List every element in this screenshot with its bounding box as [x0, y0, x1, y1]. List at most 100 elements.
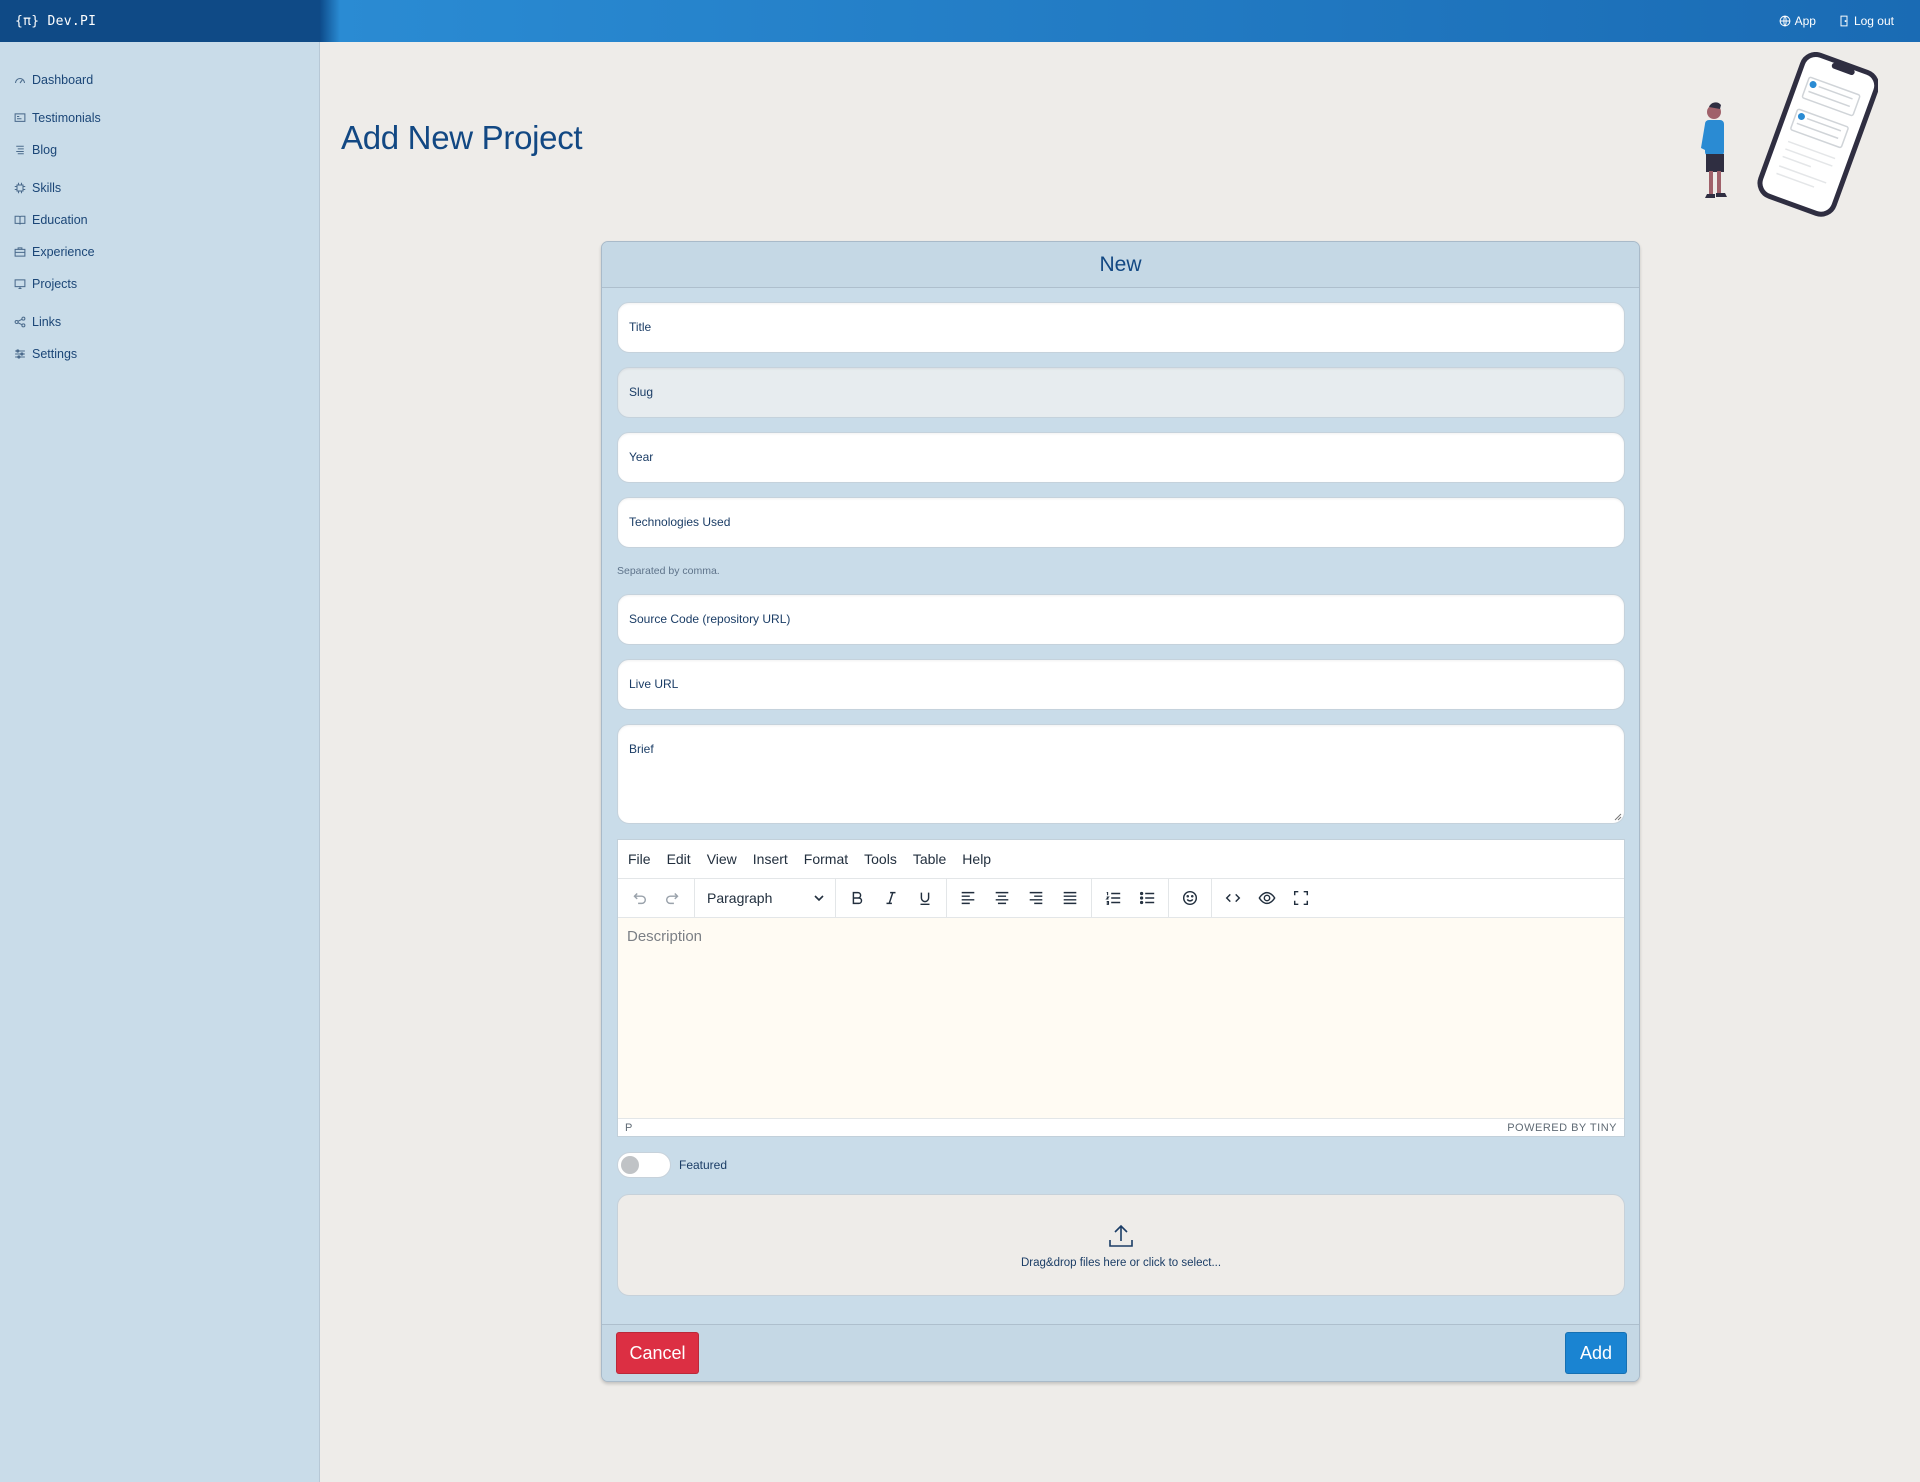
upload-icon [1109, 1224, 1133, 1247]
technologies-field-label: Technologies Used [629, 515, 731, 529]
quote-icon [14, 113, 26, 122]
book-icon [14, 215, 26, 225]
title-field[interactable]: Title [617, 302, 1625, 353]
sidebar-item-label: Links [32, 315, 62, 329]
file-dropzone[interactable]: Drag&drop files here or click to select.… [617, 1194, 1625, 1296]
editor-toolbar: Paragraph [618, 878, 1624, 918]
history-group [618, 879, 695, 917]
globe-icon [1779, 15, 1790, 27]
sidebar-item-experience[interactable]: Experience [0, 236, 319, 268]
redo-button[interactable] [656, 883, 690, 913]
sidebar-item-label: Testimonials [32, 111, 101, 125]
toggle-knob [621, 1156, 639, 1174]
menu-tools[interactable]: Tools [864, 851, 897, 867]
view-group [1212, 879, 1322, 917]
block-format-group: Paragraph [695, 879, 836, 917]
bullet-list-icon [1139, 891, 1155, 905]
brand-logo[interactable]: {π} Dev.PI [0, 0, 320, 42]
sidebar-item-dashboard[interactable]: Dashboard [0, 64, 319, 96]
monitor-icon [14, 279, 26, 290]
editor-menubar: File Edit View Insert Format Tools Table… [618, 840, 1624, 878]
align-right-icon [1029, 891, 1043, 905]
numbered-list-button[interactable] [1096, 883, 1130, 913]
slug-field[interactable]: Slug [617, 367, 1625, 418]
powered-by-link[interactable]: POWERED BY TINY [1507, 1122, 1617, 1134]
align-justify-button[interactable] [1053, 883, 1087, 913]
menu-view[interactable]: View [707, 851, 737, 867]
technologies-field[interactable]: Technologies Used [617, 497, 1625, 548]
numbered-list-icon [1105, 892, 1121, 905]
description-placeholder: Description [627, 928, 703, 945]
sidebar-item-skills[interactable]: Skills [0, 172, 319, 204]
sidebar-nav: Dashboard Testimonials Blog Skills Educa… [0, 42, 319, 370]
sliders-icon [15, 349, 25, 359]
sidebar: Dashboard Testimonials Blog Skills Educa… [0, 42, 320, 1482]
cancel-button[interactable]: Cancel [616, 1332, 699, 1374]
chevron-down-icon [814, 895, 824, 902]
live-url-field[interactable]: Live URL [617, 659, 1625, 710]
bullet-list-button[interactable] [1130, 883, 1164, 913]
source-code-button[interactable] [1216, 883, 1250, 913]
share-icon [14, 316, 26, 328]
description-content-area[interactable]: Description [618, 918, 1624, 1118]
fullscreen-button[interactable] [1284, 883, 1318, 913]
sidebar-item-settings[interactable]: Settings [0, 338, 319, 370]
sidebar-item-blog[interactable]: Blog [0, 134, 319, 166]
menu-help[interactable]: Help [962, 851, 991, 867]
menu-table[interactable]: Table [913, 851, 946, 867]
align-center-button[interactable] [985, 883, 1019, 913]
sidebar-item-education[interactable]: Education [0, 204, 319, 236]
bold-button[interactable] [840, 883, 874, 913]
source-code-field[interactable]: Source Code (repository URL) [617, 594, 1625, 645]
align-right-button[interactable] [1019, 883, 1053, 913]
bold-icon [852, 891, 863, 905]
align-left-button[interactable] [951, 883, 985, 913]
person-with-phone-illustration [1701, 52, 1878, 217]
undo-icon [633, 892, 647, 905]
eye-icon [1258, 891, 1276, 905]
fullscreen-icon [1293, 890, 1309, 906]
title-field-label: Title [629, 320, 652, 334]
logout-link-label: Log out [1853, 14, 1894, 28]
door-icon [1840, 15, 1848, 27]
live-url-field-label: Live URL [629, 677, 679, 691]
emoji-button[interactable] [1173, 883, 1207, 913]
align-left-icon [961, 891, 975, 905]
new-project-card: New Title Slug Year Technologies Used Se… [601, 241, 1640, 1382]
sidebar-item-label: Settings [32, 347, 78, 361]
top-nav: App Log out [1779, 14, 1920, 28]
sidebar-item-label: Projects [32, 277, 78, 291]
preview-button[interactable] [1250, 883, 1284, 913]
undo-button[interactable] [622, 883, 656, 913]
sidebar-item-links[interactable]: Links [0, 306, 319, 338]
underline-icon [920, 892, 930, 906]
element-path[interactable]: P [625, 1122, 632, 1134]
menu-file[interactable]: File [628, 851, 651, 867]
italic-button[interactable] [874, 883, 908, 913]
block-format-value: Paragraph [707, 890, 773, 906]
menu-edit[interactable]: Edit [667, 851, 691, 867]
logout-link[interactable]: Log out [1838, 14, 1894, 28]
align-center-icon [995, 891, 1009, 905]
resize-handle-icon[interactable] [1614, 813, 1622, 821]
year-field[interactable]: Year [617, 432, 1625, 483]
briefcase-icon [14, 247, 26, 257]
sidebar-item-label: Experience [32, 245, 95, 259]
sidebar-item-projects[interactable]: Projects [0, 268, 319, 300]
featured-toggle[interactable] [617, 1152, 671, 1178]
add-button[interactable]: Add [1565, 1332, 1627, 1374]
description-editor: File Edit View Insert Format Tools Table… [617, 839, 1625, 1137]
top-bar: {π} Dev.PI App Log out [0, 0, 1920, 42]
year-field-label: Year [629, 450, 654, 464]
align-justify-icon [1063, 891, 1077, 905]
menu-insert[interactable]: Insert [753, 851, 788, 867]
app-link[interactable]: App [1779, 14, 1816, 28]
underline-button[interactable] [908, 883, 942, 913]
block-format-select[interactable]: Paragraph [699, 890, 831, 906]
editor-statusbar: P POWERED BY TINY [618, 1118, 1624, 1136]
code-icon [1225, 893, 1241, 903]
brief-textarea[interactable]: Brief [617, 724, 1625, 824]
sidebar-item-testimonials[interactable]: Testimonials [0, 102, 319, 134]
technologies-help-text: Separated by comma. [617, 565, 720, 577]
menu-format[interactable]: Format [804, 851, 848, 867]
